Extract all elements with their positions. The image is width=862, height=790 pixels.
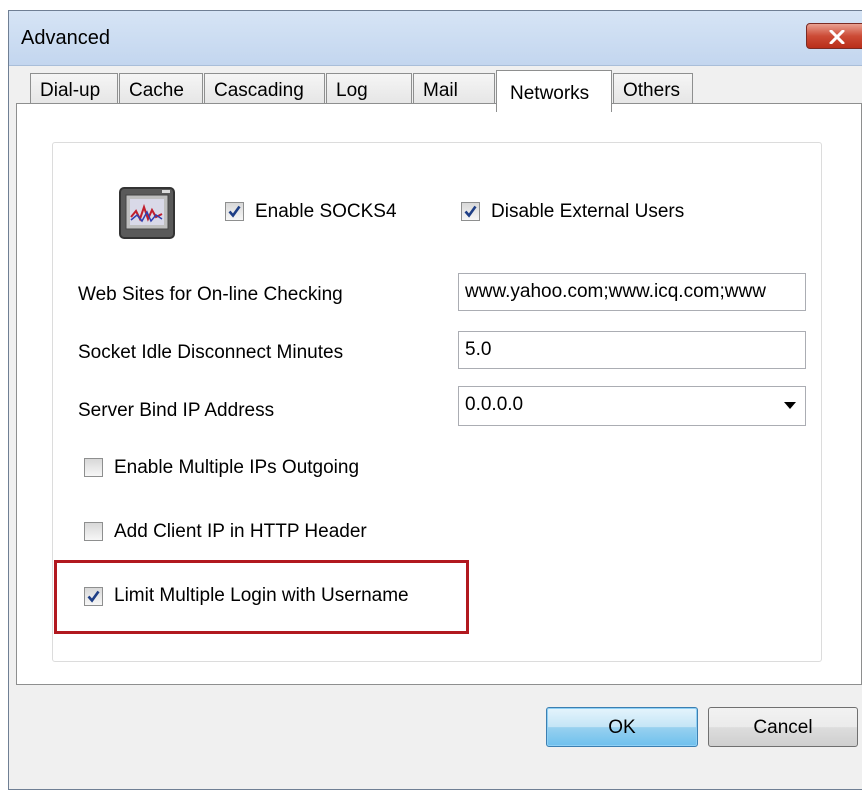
server-bind-ip-select[interactable]: 0.0.0.0 [458,386,806,426]
enable-multiple-ips-checkbox[interactable] [84,458,103,477]
tab-dial-up[interactable]: Dial-up [30,73,118,107]
ok-button[interactable]: OK [546,707,698,747]
enable-multiple-ips-label: Enable Multiple IPs Outgoing [114,457,360,478]
tab-cache[interactable]: Cache [119,73,203,107]
close-x-icon [829,30,845,44]
tab-label: Cascading [214,80,304,101]
limit-multiple-login-label: Limit Multiple Login with Username [114,585,409,606]
tab-label: Cache [129,80,184,101]
enable-socks4-checkbox[interactable] [225,202,244,221]
tab-label: Log [336,80,368,101]
tab-log[interactable]: Log [326,73,412,107]
web-sites-input[interactable]: www.yahoo.com;www.icq.com;www [458,273,806,311]
add-client-ip-checkbox[interactable] [84,522,103,541]
dialog-title: Advanced [21,27,110,49]
disable-external-users-label: Disable External Users [491,201,685,222]
tab-others[interactable]: Others [613,73,693,107]
tab-label: Mail [423,80,458,101]
cancel-button[interactable]: Cancel [708,707,858,747]
server-bind-ip-value: 0.0.0.0 [465,394,524,415]
title-bar: Advanced [9,11,862,66]
tab-cascading[interactable]: Cascading [204,73,325,107]
disable-external-users-checkbox[interactable] [461,202,480,221]
socket-idle-input[interactable]: 5.0 [458,331,806,369]
web-sites-label: Web Sites for On-line Checking [78,284,343,305]
limit-multiple-login-checkbox[interactable] [84,587,103,606]
tab-label: Networks [510,83,590,104]
server-bind-ip-label: Server Bind IP Address [78,400,275,421]
tab-networks[interactable]: Networks [496,70,612,112]
socket-idle-label: Socket Idle Disconnect Minutes [78,342,344,363]
checkmark-icon [464,205,477,218]
checkmark-icon [228,205,241,218]
chevron-down-icon[interactable] [784,402,796,410]
enable-socks4-label: Enable SOCKS4 [255,201,397,222]
checkmark-icon [87,590,100,603]
tab-label: Others [623,80,681,101]
close-button[interactable] [806,23,862,49]
tab-label: Dial-up [40,80,101,101]
tab-mail[interactable]: Mail [413,73,495,107]
add-client-ip-label: Add Client IP in HTTP Header [114,521,367,542]
network-monitor-icon [119,187,175,239]
